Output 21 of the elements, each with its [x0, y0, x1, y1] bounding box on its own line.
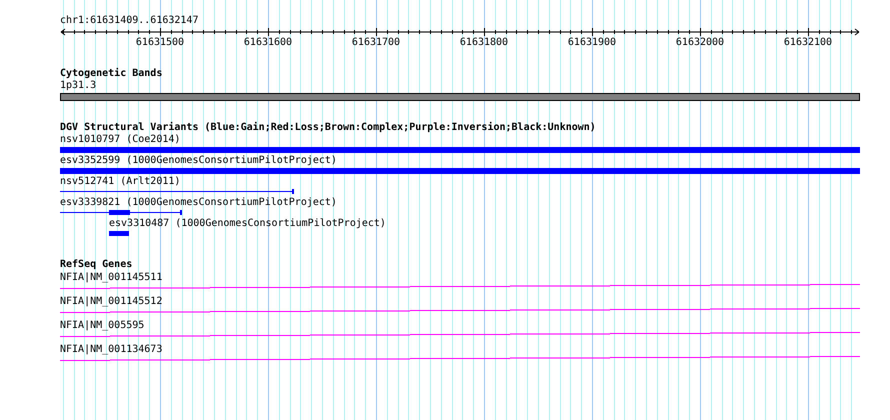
track-title: RefSeq Genes — [60, 259, 132, 271]
coordinate-label: 61632100 — [784, 37, 832, 49]
feature-label: esv3339821 (1000GenomesConsortiumPilotProject) — [60, 197, 337, 209]
coordinate-label: 61631600 — [244, 37, 292, 49]
coordinate-label: 61631800 — [460, 37, 508, 49]
coordinate-label: 61631900 — [568, 37, 616, 49]
track-title: Cytogenetic Bands — [60, 68, 162, 80]
feature-label: nsv512741 (Arlt2011) — [60, 176, 180, 188]
gene-label: NFIA|NM_005595 — [60, 320, 144, 332]
feature-label: esv3352599 (1000GenomesConsortiumPilotProject) — [60, 155, 337, 167]
feature-label: nsv1010797 (Coe2014) — [60, 134, 180, 146]
band-label: 1p31.3 — [60, 80, 96, 92]
gene-label: NFIA|NM_001145511 — [60, 272, 162, 284]
gene-label: NFIA|NM_001145512 — [60, 296, 162, 308]
coordinate-label: 61632000 — [676, 37, 724, 49]
region-label: chr1:61631409..61632147 — [60, 15, 198, 27]
feature-label: esv3310487 (1000GenomesConsortiumPilotProject) — [108, 218, 386, 230]
coordinate-label: 61631700 — [352, 37, 400, 49]
gene-label: NFIA|NM_001134673 — [60, 344, 162, 356]
coordinate-label: 61631500 — [136, 37, 184, 49]
track-title: DGV Structural Variants (Blue:Gain;Red:Loss;Brown:Complex;Purple:Inversion;Black:Unknown) — [60, 122, 596, 134]
